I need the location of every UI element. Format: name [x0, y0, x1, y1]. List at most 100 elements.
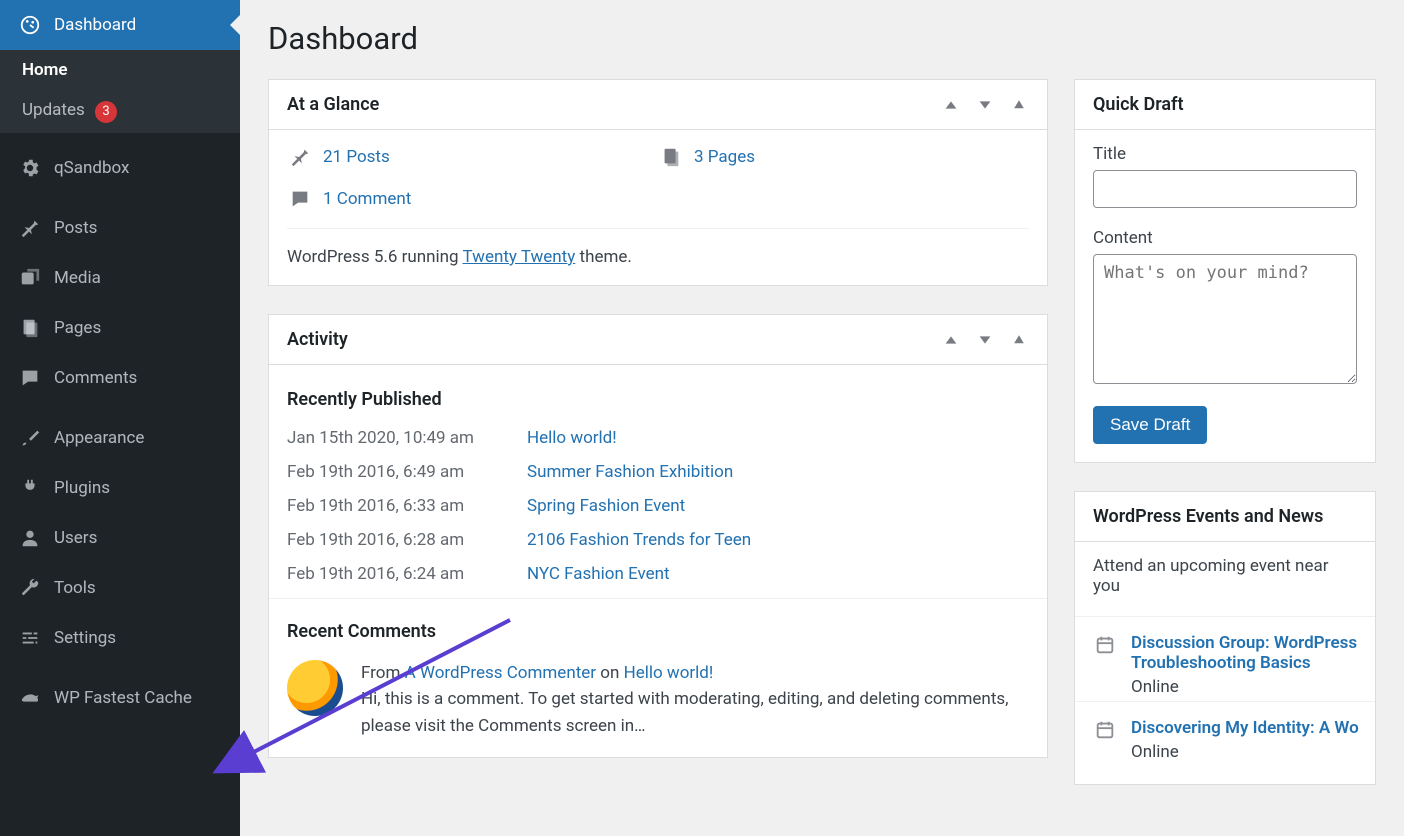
event-link[interactable]: Discovering My Identity: A Wo: [1131, 718, 1359, 738]
save-draft-button[interactable]: Save Draft: [1093, 406, 1207, 444]
wp-version-text: WordPress 5.6 running Twenty Twenty them…: [287, 228, 1029, 267]
pin-icon: [18, 216, 42, 240]
main-content: Dashboard At a Glance 21 Posts: [240, 0, 1404, 836]
glance-pages-link[interactable]: 3 Pages: [658, 144, 1029, 170]
published-post-link[interactable]: Spring Fashion Event: [527, 496, 685, 516]
toggle-button[interactable]: [1009, 330, 1029, 350]
media-icon: [18, 266, 42, 290]
sidebar-item-label: Pages: [54, 318, 101, 338]
comment-text: Hi, this is a comment. To get started wi…: [361, 689, 1009, 735]
pin-icon: [287, 144, 313, 170]
move-down-button[interactable]: [975, 330, 995, 350]
activity-title: Activity: [287, 329, 348, 350]
comments-icon: [287, 186, 313, 212]
published-row: Feb 19th 2016, 6:28 am2106 Fashion Trend…: [287, 530, 1029, 550]
sidebar-submenu-dashboard: Home Updates 3: [0, 50, 240, 133]
calendar-icon: [1093, 633, 1117, 657]
gear-icon: [18, 156, 42, 180]
sidebar-subitem-updates[interactable]: Updates 3: [0, 90, 240, 133]
sidebar-item-qsandbox[interactable]: qSandbox: [0, 143, 240, 193]
published-post-link[interactable]: 2106 Fashion Trends for Teen: [527, 530, 751, 550]
sidebar-item-users[interactable]: Users: [0, 513, 240, 563]
published-date: Feb 19th 2016, 6:28 am: [287, 530, 527, 550]
activity-box: Activity Recently Published Jan 15th 202…: [268, 314, 1048, 758]
at-a-glance-box: At a Glance 21 Posts: [268, 79, 1048, 286]
published-row: Jan 15th 2020, 10:49 amHello world!: [287, 428, 1029, 448]
published-post-link[interactable]: Hello world!: [527, 428, 617, 448]
brush-icon: [18, 426, 42, 450]
toggle-button[interactable]: [1009, 95, 1029, 115]
event-row: Discussion Group: WordPress Troubleshoot…: [1075, 616, 1375, 701]
quick-draft-title-input[interactable]: [1093, 170, 1357, 208]
sidebar-subitem-label: Updates: [22, 100, 85, 120]
user-icon: [18, 526, 42, 550]
sidebar-item-wp-fastest-cache[interactable]: WP Fastest Cache: [0, 673, 240, 723]
avatar: [287, 660, 343, 716]
theme-link[interactable]: Twenty Twenty: [463, 247, 576, 267]
sidebar-item-tools[interactable]: Tools: [0, 563, 240, 613]
events-news-box: WordPress Events and News Attend an upco…: [1074, 491, 1376, 785]
glance-posts-text: 21 Posts: [323, 147, 390, 167]
glance-comments-text: 1 Comment: [323, 189, 411, 209]
published-post-link[interactable]: NYC Fashion Event: [527, 564, 670, 584]
published-date: Feb 19th 2016, 6:33 am: [287, 496, 527, 516]
published-row: Feb 19th 2016, 6:24 amNYC Fashion Event: [287, 564, 1029, 584]
sidebar-item-settings[interactable]: Settings: [0, 613, 240, 663]
comment-author-link[interactable]: A WordPress Commenter: [405, 663, 596, 683]
glance-pages-text: 3 Pages: [694, 147, 755, 167]
sidebar-item-posts[interactable]: Posts: [0, 203, 240, 253]
plug-icon: [18, 476, 42, 500]
sidebar-item-plugins[interactable]: Plugins: [0, 463, 240, 513]
recently-published-heading: Recently Published: [287, 389, 1029, 410]
comments-icon: [18, 366, 42, 390]
quick-draft-content-input[interactable]: [1093, 254, 1357, 384]
sidebar-item-label: Settings: [54, 628, 116, 648]
quick-draft-content-label: Content: [1093, 228, 1357, 248]
sidebar-item-label: Tools: [54, 578, 96, 598]
events-desc: Attend an upcoming event near you: [1093, 556, 1357, 596]
move-up-button[interactable]: [941, 95, 961, 115]
sidebar-item-label: Users: [54, 528, 97, 548]
recent-comments-heading: Recent Comments: [287, 621, 1047, 642]
sidebar-item-label: Appearance: [54, 428, 144, 448]
dashboard-icon: [18, 13, 42, 37]
wrench-icon: [18, 576, 42, 600]
move-up-button[interactable]: [941, 330, 961, 350]
sidebar-item-label: Posts: [54, 218, 97, 238]
at-a-glance-title: At a Glance: [287, 94, 379, 115]
comment-body: From A WordPress Commenter on Hello worl…: [361, 660, 1029, 739]
comment-post-link[interactable]: Hello world!: [624, 663, 714, 683]
move-down-button[interactable]: [975, 95, 995, 115]
pages-icon: [658, 144, 684, 170]
admin-sidebar: Dashboard Home Updates 3 qSandbox Posts …: [0, 0, 240, 836]
quick-draft-box: Quick Draft Title Content Save Draft: [1074, 79, 1376, 463]
sidebar-item-appearance[interactable]: Appearance: [0, 413, 240, 463]
sidebar-item-label: Comments: [54, 368, 137, 388]
sidebar-item-pages[interactable]: Pages: [0, 303, 240, 353]
page-title: Dashboard: [268, 20, 1376, 57]
sidebar-item-label: Media: [54, 268, 101, 288]
sidebar-item-label: Plugins: [54, 478, 110, 498]
sidebar-item-label: qSandbox: [54, 158, 129, 178]
event-location: Online: [1131, 742, 1359, 762]
events-title: WordPress Events and News: [1093, 506, 1323, 527]
glance-comments-link[interactable]: 1 Comment: [287, 186, 658, 212]
event-location: Online: [1131, 677, 1375, 697]
sidebar-item-label: Dashboard: [54, 15, 136, 35]
glance-posts-link[interactable]: 21 Posts: [287, 144, 658, 170]
published-row: Feb 19th 2016, 6:49 amSummer Fashion Exh…: [287, 462, 1029, 482]
sidebar-item-dashboard[interactable]: Dashboard: [0, 0, 240, 50]
event-link[interactable]: Discussion Group: WordPress Troubleshoot…: [1131, 633, 1357, 673]
sidebar-item-comments[interactable]: Comments: [0, 353, 240, 403]
published-post-link[interactable]: Summer Fashion Exhibition: [527, 462, 733, 482]
calendar-icon: [1093, 718, 1117, 742]
quick-draft-title: Quick Draft: [1093, 94, 1184, 115]
sidebar-item-media[interactable]: Media: [0, 253, 240, 303]
updates-badge: 3: [95, 101, 117, 123]
quick-draft-title-label: Title: [1093, 144, 1357, 164]
published-date: Feb 19th 2016, 6:24 am: [287, 564, 527, 584]
sliders-icon: [18, 626, 42, 650]
sidebar-subitem-home[interactable]: Home: [0, 50, 240, 90]
published-row: Feb 19th 2016, 6:33 amSpring Fashion Eve…: [287, 496, 1029, 516]
event-row: Discovering My Identity: A Wo Online: [1075, 701, 1375, 766]
